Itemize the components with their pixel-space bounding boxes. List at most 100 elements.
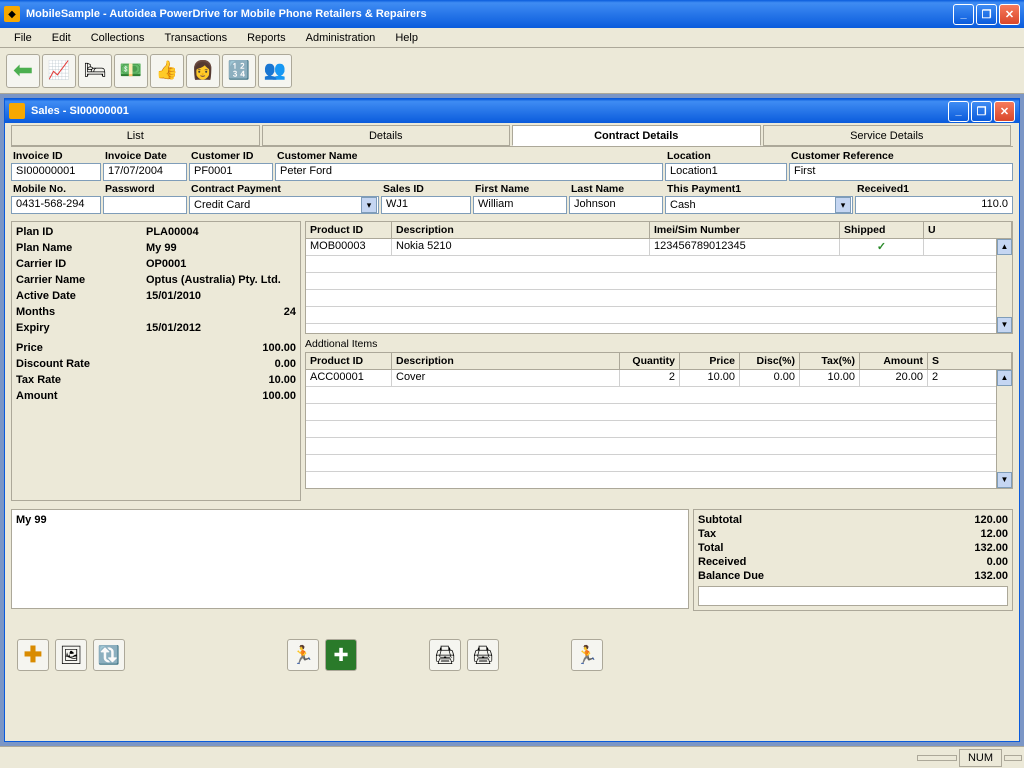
location-label: Location <box>665 149 787 163</box>
months-label: Months <box>16 306 146 318</box>
customer-id-field[interactable]: PF0001 <box>189 163 273 181</box>
table-row[interactable]: MOB00003 Nokia 5210 123456789012345 ✓ <box>306 239 1012 256</box>
additional-items-grid[interactable]: Product ID Description Quantity Price Di… <box>305 352 1013 489</box>
this-payment1-combo[interactable]: Cash <box>665 196 853 214</box>
received-label: Received <box>698 556 918 568</box>
discount-rate-label: Discount Rate <box>16 358 146 370</box>
first-name-field[interactable]: William <box>473 196 567 214</box>
active-date-value: 15/01/2010 <box>146 290 296 302</box>
notes-area[interactable]: My 99 <box>11 509 689 609</box>
grid1-header-product-id[interactable]: Product ID <box>306 222 392 238</box>
scroll-down-icon[interactable]: ▼ <box>997 317 1012 333</box>
plan-name-label: Plan Name <box>16 242 146 254</box>
menu-administration[interactable]: Administration <box>298 30 384 46</box>
products-grid[interactable]: Product ID Description Imei/Sim Number S… <box>305 221 1013 334</box>
grid2-header-s[interactable]: S <box>928 353 1012 369</box>
menu-file[interactable]: File <box>6 30 40 46</box>
expiry-value: 15/01/2012 <box>146 322 296 334</box>
grid2-header-amount[interactable]: Amount <box>860 353 928 369</box>
tab-contract-details[interactable]: Contract Details <box>512 125 761 146</box>
add-screen-button[interactable]: ✚ <box>325 639 357 671</box>
sales-id-field[interactable]: WJ1 <box>381 196 471 214</box>
grid2-header-disc[interactable]: Disc(%) <box>740 353 800 369</box>
totals-extra-field[interactable] <box>698 586 1008 606</box>
tabs: List Details Contract Details Service De… <box>11 125 1013 147</box>
additional-items-label: Addtional Items <box>305 336 1013 352</box>
child-titlebar: Sales - SI00000001 _ ❐ ✕ <box>5 99 1019 123</box>
maximize-button[interactable]: ❐ <box>976 4 997 25</box>
toolbar-money-button[interactable]: 💵 <box>114 54 148 88</box>
print-button[interactable]: 🖨 <box>429 639 461 671</box>
sync-button[interactable]: 🔃 <box>93 639 125 671</box>
menu-transactions[interactable]: Transactions <box>157 30 236 46</box>
scroll-up-icon[interactable]: ▲ <box>997 370 1012 386</box>
invoice-date-field[interactable]: 17/07/2004 <box>103 163 187 181</box>
run-button[interactable]: 🏃 <box>287 639 319 671</box>
location-field[interactable]: Location1 <box>665 163 787 181</box>
toolbar-person-button[interactable]: 👩 <box>186 54 220 88</box>
toolbar-thumb-button[interactable]: 👍 <box>150 54 184 88</box>
child-minimize-button[interactable]: _ <box>948 101 969 122</box>
price-value: 100.00 <box>146 342 296 354</box>
grid1-scrollbar[interactable]: ▲▼ <box>996 239 1012 333</box>
toolbar-people-button[interactable]: 👥 <box>258 54 292 88</box>
customer-name-field[interactable]: Peter Ford <box>275 163 663 181</box>
child-maximize-button[interactable]: ❐ <box>971 101 992 122</box>
scroll-down-icon[interactable]: ▼ <box>997 472 1012 488</box>
tab-service-details[interactable]: Service Details <box>763 125 1012 146</box>
exit-button[interactable]: 🏃 <box>571 639 603 671</box>
window-title: MobileSample - Autoidea PowerDrive for M… <box>26 8 953 20</box>
grid2-header-tax[interactable]: Tax(%) <box>800 353 860 369</box>
table-row[interactable]: ACC00001 Cover 2 10.00 0.00 10.00 20.00 … <box>306 370 1012 387</box>
grid2-cell-disc: 0.00 <box>740 370 800 386</box>
password-field[interactable] <box>103 196 187 214</box>
invoice-date-label: Invoice Date <box>103 149 187 163</box>
menu-edit[interactable]: Edit <box>44 30 79 46</box>
received1-field[interactable]: 110.0 <box>855 196 1013 214</box>
child-close-button[interactable]: ✕ <box>994 101 1015 122</box>
toolbar-chart-button[interactable]: 📈 <box>42 54 76 88</box>
plus-icon: ✚ <box>24 642 42 668</box>
invoice-id-field[interactable]: SI00000001 <box>11 163 101 181</box>
add-button[interactable]: ✚ <box>17 639 49 671</box>
menu-bar: File Edit Collections Transactions Repor… <box>0 28 1024 48</box>
months-value: 24 <box>146 306 296 318</box>
grid1-header-imei[interactable]: Imei/Sim Number <box>650 222 840 238</box>
grid2-cell-product-id: ACC00001 <box>306 370 392 386</box>
invoice-id-label: Invoice ID <box>11 149 101 163</box>
sales-window: Sales - SI00000001 _ ❐ ✕ List Details Co… <box>4 98 1020 742</box>
minimize-button[interactable]: _ <box>953 4 974 25</box>
scroll-up-icon[interactable]: ▲ <box>997 239 1012 255</box>
menu-reports[interactable]: Reports <box>239 30 294 46</box>
grid2-header-price[interactable]: Price <box>680 353 740 369</box>
totals-panel: Subtotal120.00 Tax12.00 Total132.00 Rece… <box>693 509 1013 611</box>
total-label: Total <box>698 542 918 554</box>
receipt-button[interactable]: 🖨 <box>467 639 499 671</box>
grid1-header-description[interactable]: Description <box>392 222 650 238</box>
menu-collections[interactable]: Collections <box>83 30 153 46</box>
menu-help[interactable]: Help <box>387 30 426 46</box>
grid2-header-quantity[interactable]: Quantity <box>620 353 680 369</box>
tab-list[interactable]: List <box>11 125 260 146</box>
grid2-scrollbar[interactable]: ▲▼ <box>996 370 1012 488</box>
this-payment1-label: This Payment1 <box>665 182 853 196</box>
grid1-cell-description: Nokia 5210 <box>392 239 650 255</box>
contract-payment-combo[interactable]: Credit Card <box>189 196 379 214</box>
tab-details[interactable]: Details <box>262 125 511 146</box>
toolbar-calc-button[interactable]: 🔢 <box>222 54 256 88</box>
toolbar-furniture-button[interactable]: 🛏 <box>78 54 112 88</box>
grid1-header-shipped[interactable]: Shipped <box>840 222 924 238</box>
last-name-field[interactable]: Johnson <box>569 196 663 214</box>
customer-ref-field[interactable]: First <box>789 163 1013 181</box>
received-value: 0.00 <box>918 556 1008 568</box>
back-button[interactable]: ⬅ <box>6 54 40 88</box>
image-button[interactable]: 🖼 <box>55 639 87 671</box>
close-button[interactable]: ✕ <box>999 4 1020 25</box>
first-name-label: First Name <box>473 182 567 196</box>
contract-payment-label: Contract Payment <box>189 182 379 196</box>
grid2-header-product-id[interactable]: Product ID <box>306 353 392 369</box>
grid1-header-u[interactable]: U <box>924 222 1012 238</box>
plan-panel: Plan IDPLA00004 Plan NameMy 99 Carrier I… <box>11 221 301 501</box>
grid2-header-description[interactable]: Description <box>392 353 620 369</box>
mobile-no-field[interactable]: 0431-568-294 <box>11 196 101 214</box>
